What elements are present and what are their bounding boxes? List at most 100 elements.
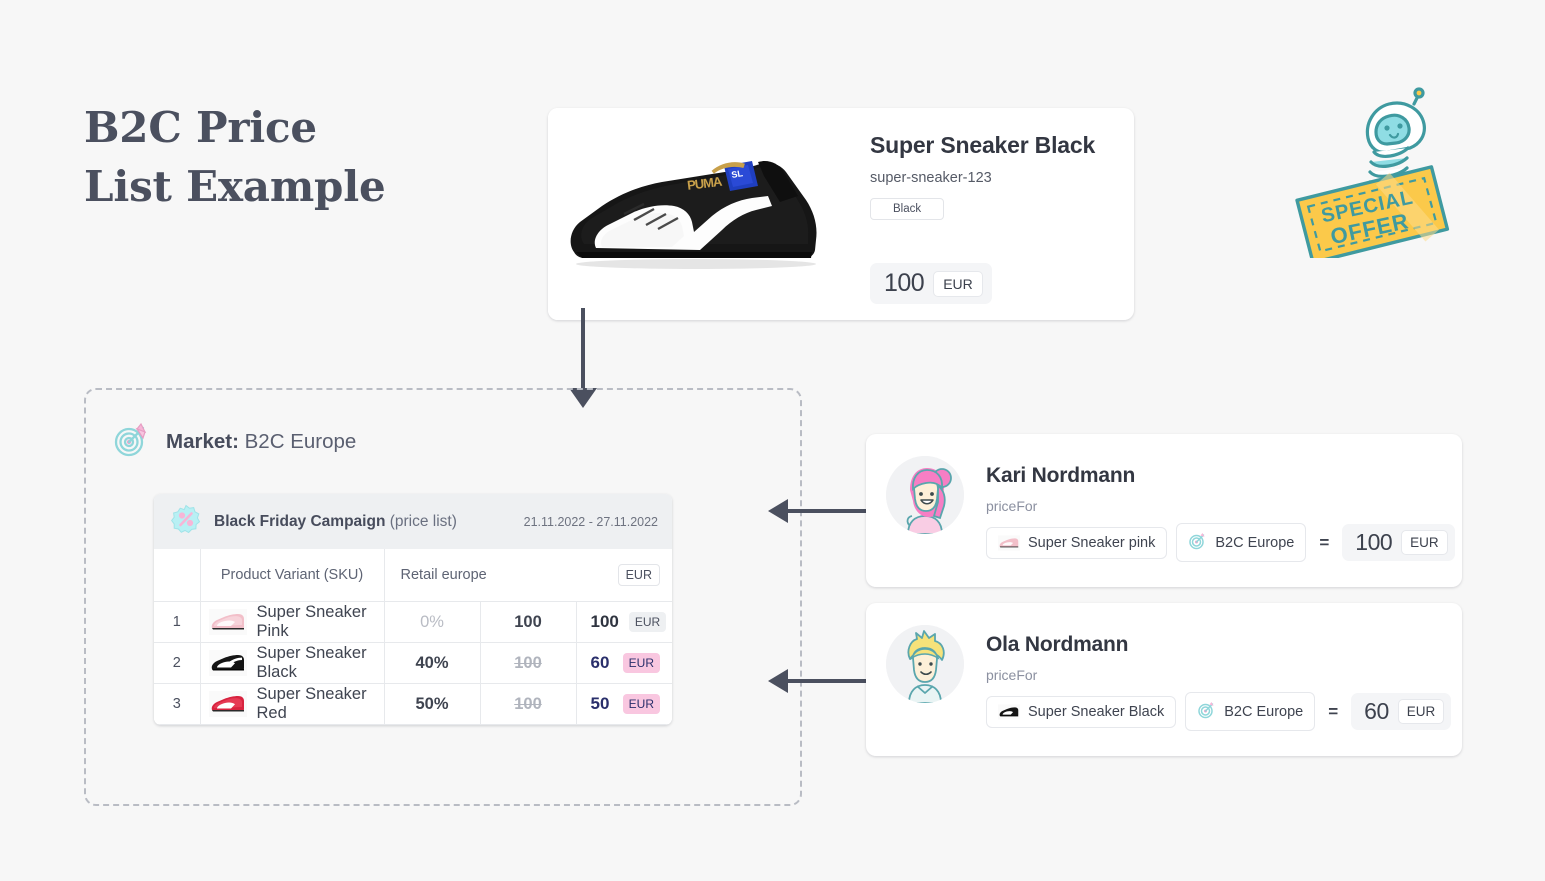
product-price-currency: EUR (933, 270, 983, 297)
black-sneaker-photo: SL PUMA (548, 108, 840, 320)
product-price-box: 100 EUR (870, 263, 992, 304)
row-discount-value: 40% (415, 653, 449, 672)
percent-badge-icon (170, 504, 201, 539)
row-final-value: 60 (590, 653, 610, 672)
table-row[interactable]: 3 Super Sneaker Red 50% 100 50 EUR (154, 683, 672, 725)
equals-sign: = (1319, 532, 1330, 552)
market-label: Market: B2C Europe (166, 430, 356, 454)
row-final-currency: EUR (628, 612, 667, 632)
market-chip[interactable]: B2C Europe (1176, 523, 1307, 562)
row-final-value: 100 (590, 612, 619, 631)
campaign-type: (price list) (389, 512, 457, 530)
col-header-num (154, 549, 201, 602)
row-original-value: 100 (514, 694, 542, 713)
price-list-table: Black Friday Campaign (price list) 21.11… (154, 494, 672, 725)
market-label-value: B2C Europe (244, 429, 357, 453)
market-chip[interactable]: B2C Europe (1185, 692, 1316, 731)
row-final-price: 60 EUR (576, 642, 672, 684)
campaign-dates: 21.11.2022 - 27.11.2022 (523, 514, 658, 529)
row-product-name: Super Sneaker Black (256, 644, 367, 681)
table-header-row: Product Variant (SKU) Retail europe EUR (154, 549, 672, 602)
black-sneaker-thumb (998, 703, 1020, 720)
product-chip[interactable]: Super Sneaker pink (986, 526, 1168, 559)
campaign-title: Black Friday Campaign (price list) (214, 513, 457, 531)
table-row[interactable]: 1 Super Sneaker Pink 0% 100 100 EUR (154, 601, 672, 643)
row-discount-value: 0% (420, 612, 444, 631)
row-number: 2 (154, 642, 201, 684)
row-discount: 0% (384, 601, 481, 643)
product-chip-label: Super Sneaker Black (1028, 703, 1165, 720)
arrow-left-connector-ola (768, 669, 874, 693)
black-sneaker-thumb (208, 650, 247, 676)
equals-sign: = (1328, 701, 1339, 721)
row-final-value: 50 (590, 694, 610, 713)
col-header-product: Product Variant (SKU) (200, 549, 385, 602)
target-dart-icon (1188, 531, 1207, 554)
market-chip-label: B2C Europe (1215, 534, 1295, 551)
product-info: Super Sneaker Black super-sneaker-123 Bl… (840, 108, 1134, 320)
customer-price-box: 100 EUR (1342, 524, 1455, 561)
market-chip-label: B2C Europe (1224, 703, 1304, 720)
customer-name: Ola Nordmann (986, 633, 1129, 656)
page-title: B2C Price List Example (84, 98, 386, 216)
arrow-left-connector-kari (768, 499, 874, 523)
product-chip-label: Super Sneaker pink (1028, 534, 1156, 551)
row-original-value: 100 (514, 612, 542, 631)
market-container: Market: B2C Europe Black Friday Campaign (84, 388, 802, 806)
target-dart-icon (1197, 700, 1216, 723)
row-final-price: 100 EUR (576, 601, 672, 643)
row-product: Super Sneaker Black (200, 642, 385, 684)
pricefor-expression: Super Sneaker Black B2C Europe = 60 EUR (986, 692, 1452, 731)
row-original-price: 100 (480, 683, 577, 725)
row-product: Super Sneaker Pink (200, 601, 385, 643)
market-label-key: Market: (166, 429, 239, 453)
svg-text:SL: SL (731, 168, 745, 180)
row-final-currency: EUR (622, 694, 660, 714)
customer-price-box: 60 EUR (1351, 693, 1452, 730)
row-discount: 50% (384, 683, 481, 725)
table-row[interactable]: 2 Super Sneaker Black 40% 100 60 EUR (154, 642, 672, 684)
product-card[interactable]: SL PUMA Super Sneaker Black super-sneake… (548, 108, 1134, 320)
pricefor-label: priceFor (986, 667, 1038, 683)
pink-hair-woman-avatar (886, 456, 964, 534)
product-price-amount: 100 (884, 269, 925, 297)
row-product: Super Sneaker Red (200, 683, 385, 725)
row-original-value: 100 (514, 653, 542, 672)
row-final-price: 50 EUR (576, 683, 672, 725)
pink-sneaker-thumb (208, 609, 247, 635)
customer-price-currency: EUR (1397, 699, 1445, 724)
customer-body: Ola Nordmann priceFor Super Sneaker Blac… (986, 625, 1452, 731)
pricefor-label: priceFor (986, 498, 1038, 514)
row-discount: 40% (384, 642, 481, 684)
row-number: 1 (154, 601, 201, 643)
pricefor-expression: Super Sneaker pink B2C Europe = 100 EUR (986, 523, 1455, 562)
col-header-retail-group: Retail europe EUR (384, 549, 672, 602)
price-table: Product Variant (SKU) Retail europe EUR … (154, 549, 672, 725)
customer-body: Kari Nordmann priceFor Super Sneaker pin… (986, 456, 1455, 562)
market-header: Market: B2C Europe (112, 420, 356, 463)
row-final-currency: EUR (622, 653, 660, 673)
variant-tag[interactable]: Black (870, 198, 945, 220)
product-name: Super Sneaker Black (870, 132, 1096, 158)
row-original-price: 100 (480, 642, 577, 684)
product-chip[interactable]: Super Sneaker Black (986, 695, 1177, 728)
col-header-retail: Retail europe (400, 567, 487, 583)
blond-hair-man-avatar (886, 625, 964, 703)
customer-price-value: 60 (1364, 698, 1389, 724)
customer-price-value: 100 (1355, 529, 1393, 555)
row-number: 3 (154, 683, 201, 725)
campaign-header: Black Friday Campaign (price list) 21.11… (154, 494, 672, 549)
customer-card-kari[interactable]: Kari Nordmann priceFor Super Sneaker pin… (866, 434, 1462, 587)
row-original-price: 100 (480, 601, 577, 643)
row-product-name: Super Sneaker Red (256, 685, 367, 722)
page-title-line2: List Example (84, 162, 386, 211)
target-dart-icon (112, 420, 150, 463)
campaign-name: Black Friday Campaign (214, 512, 386, 530)
special-offer-stamp-robot: SPECIAL OFFER (1288, 82, 1464, 265)
red-sneaker-thumb (208, 691, 247, 717)
customer-card-ola[interactable]: Ola Nordmann priceFor Super Sneaker Blac… (866, 603, 1462, 756)
col-header-currency-badge: EUR (617, 564, 660, 586)
slide-canvas: B2C Price List Example SL PUMA Super Sne… (0, 0, 1545, 881)
customer-name: Kari Nordmann (986, 464, 1136, 487)
row-product-name: Super Sneaker Pink (256, 603, 367, 640)
